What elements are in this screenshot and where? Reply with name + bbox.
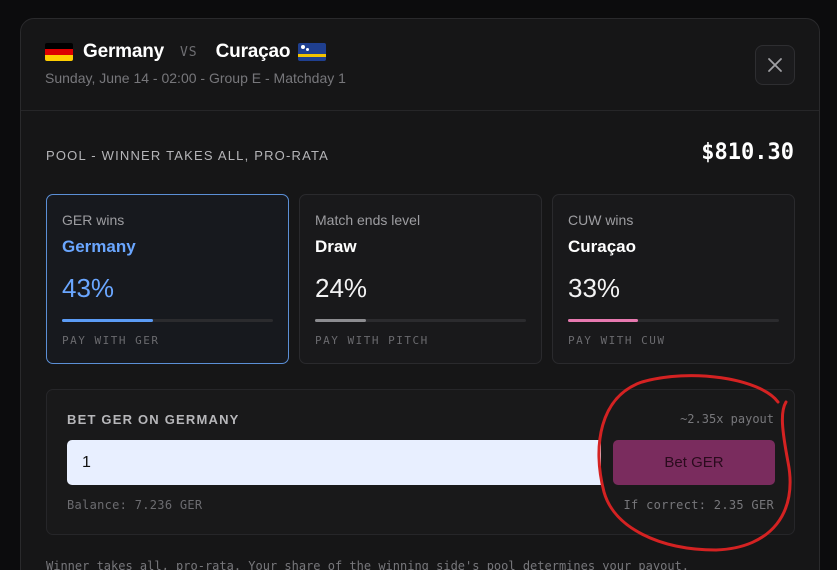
outcome-share-bar (568, 319, 779, 322)
germany-flag-icon (45, 43, 73, 61)
curacao-flag-icon (298, 43, 327, 61)
home-team-name: Germany (83, 41, 164, 62)
outcome-percent: 24% (315, 273, 368, 303)
vs-label: VS (179, 44, 198, 60)
outcome-pay-label: PAY WITH CUW (568, 334, 666, 347)
bet-title: BET GER ON GERMANY (67, 412, 240, 427)
outcome-percent: 33% (568, 273, 621, 303)
match-subtitle: Sunday, June 14 - 02:00 - Group E - Matc… (45, 70, 346, 86)
outcome-percent: 43% (62, 273, 115, 303)
outcome-code-label: GER wins (62, 212, 125, 228)
bet-panel: BET GER ON GERMANY ~2.35x payout Bet GER… (46, 389, 795, 535)
pool-value: $810.30 (701, 140, 794, 165)
close-icon (768, 58, 782, 72)
outcome-code-label: Match ends level (315, 212, 421, 228)
close-button[interactable] (755, 45, 795, 85)
outcome-share-fill (315, 319, 366, 322)
outcome-card-curacao[interactable]: CUW wins Curaçao 33% PAY WITH CUW (552, 194, 795, 364)
bet-amount-input[interactable] (67, 440, 601, 485)
balance-text: Balance: 7.236 GER (67, 498, 203, 512)
outcome-name: Germany (62, 237, 136, 256)
bet-button[interactable]: Bet GER (613, 440, 775, 485)
outcome-share-fill (62, 319, 153, 322)
match-teams: Germany VS Curaçao (45, 41, 327, 63)
payout-multiplier: ~2.35x payout (680, 412, 774, 426)
rules-note: Winner takes all, pro-rata. Your share o… (46, 559, 689, 570)
outcome-pay-label: PAY WITH GER (62, 334, 160, 347)
match-bet-modal: Germany VS Curaçao Sunday, June 14 - 02:… (20, 18, 820, 570)
outcome-share-fill (568, 319, 638, 322)
if-correct-text: If correct: 2.35 GER (623, 498, 774, 512)
outcome-name: Draw (315, 237, 357, 256)
modal-header: Germany VS Curaçao Sunday, June 14 - 02:… (21, 19, 819, 111)
outcome-cards: GER wins Germany 43% PAY WITH GER Match … (46, 194, 795, 364)
outcome-share-bar (62, 319, 273, 322)
outcome-pay-label: PAY WITH PITCH (315, 334, 429, 347)
outcome-card-germany[interactable]: GER wins Germany 43% PAY WITH GER (46, 194, 289, 364)
away-team-name: Curaçao (215, 41, 291, 62)
outcome-name: Curaçao (568, 237, 637, 256)
outcome-card-draw[interactable]: Match ends level Draw 24% PAY WITH PITCH (299, 194, 542, 364)
outcome-share-bar (315, 319, 526, 322)
pool-label: POOL - WINNER TAKES ALL, PRO-RATA (46, 148, 330, 163)
outcome-code-label: CUW wins (568, 212, 634, 228)
